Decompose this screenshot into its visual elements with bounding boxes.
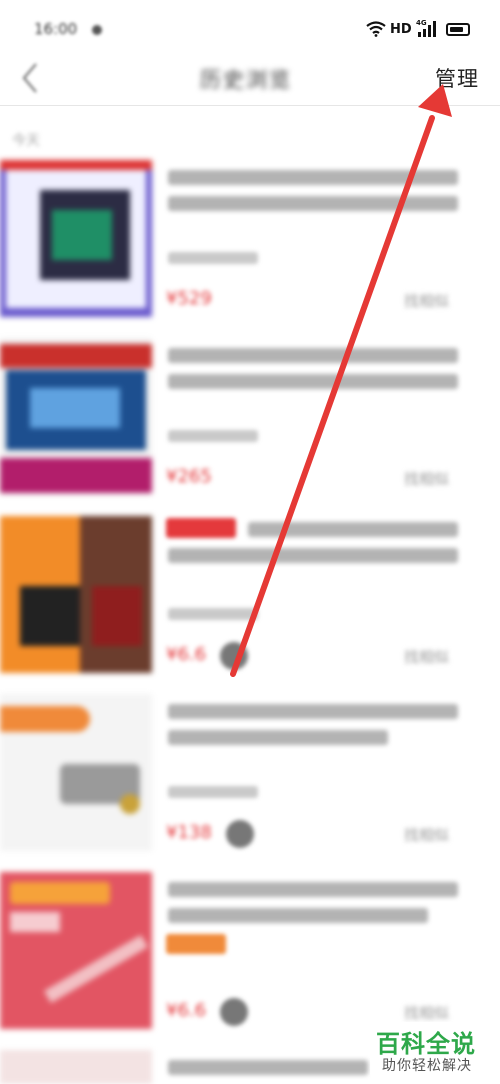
signal-icon: 4G [416,19,436,37]
manage-button[interactable]: 管理 [435,63,479,93]
find-similar-button[interactable]: 找相似 [404,290,449,311]
product-thumbnail[interactable] [0,872,152,1029]
shop-avatar-icon [226,820,254,848]
find-similar-button[interactable]: 找相似 [404,824,449,845]
product-thumbnail[interactable] [0,694,152,851]
list-item[interactable]: ¥529 找相似 [0,160,500,330]
product-thumbnail[interactable] [0,516,152,673]
item-price: ¥529 [166,288,212,309]
status-bar: 16:00 HD 4G [0,0,500,56]
list-item[interactable]: ¥138 找相似 [0,694,500,864]
watermark-logo: 百科全说 助你轻松解决 [370,1022,492,1078]
item-price: ¥265 [166,466,212,487]
section-date-label: 今天 [12,133,40,149]
back-arrow-icon[interactable] [18,60,42,96]
status-time: 16:00 [34,20,78,38]
page-title: 历史浏览 [200,68,292,92]
product-thumbnail[interactable] [0,160,152,317]
item-price: ¥6.6 [166,644,207,665]
item-price: ¥6.6 [166,1000,207,1021]
shop-avatar-icon [220,642,248,670]
network-type: HD [390,22,412,37]
find-similar-button[interactable]: 找相似 [404,468,449,489]
nav-bar: 历史浏览 管理 [0,56,500,106]
notification-icon [92,25,102,35]
product-thumbnail[interactable] [0,338,152,495]
watermark-subtitle: 助你轻松解决 [382,1058,472,1074]
find-similar-button[interactable]: 找相似 [404,1002,449,1023]
find-similar-button[interactable]: 找相似 [404,646,449,667]
list-item[interactable]: ¥6.6 找相似 [0,516,500,686]
battery-icon [446,23,470,36]
item-price: ¥138 [166,822,212,843]
list-item[interactable]: ¥265 找相似 [0,338,500,508]
list-item[interactable]: ¥6.6 找相似 [0,872,500,1042]
product-thumbnail[interactable] [0,1050,152,1084]
watermark-title: 百科全说 [376,1030,476,1058]
signal-label: 4G [416,19,427,27]
wifi-icon [366,21,386,37]
shop-avatar-icon [220,998,248,1026]
